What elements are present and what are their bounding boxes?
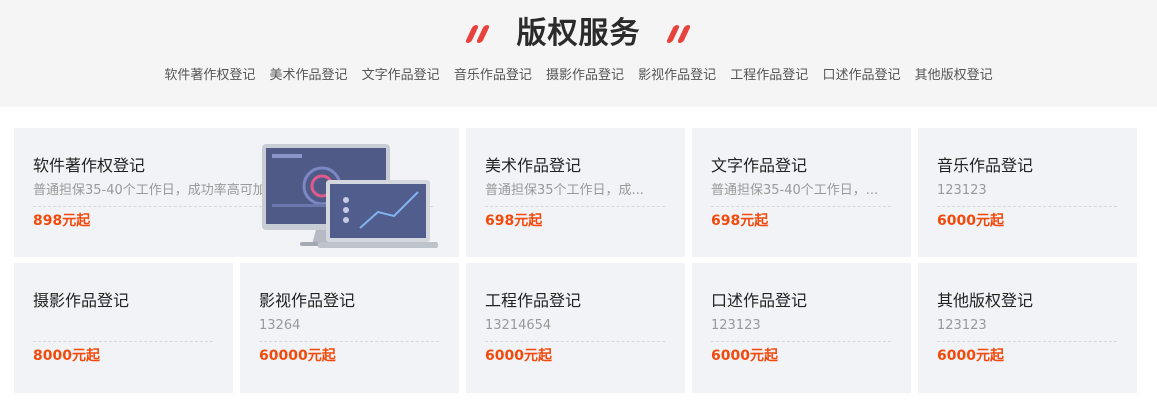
card-price: 6000元起 xyxy=(937,213,1004,229)
nav-item-engineering[interactable]: 工程作品登记 xyxy=(730,64,808,83)
nav-item-music[interactable]: 音乐作品登记 xyxy=(454,64,532,83)
section-title: 版权服务 xyxy=(516,16,641,51)
card-price: 8000元起 xyxy=(33,348,100,364)
card-desc: 13264 xyxy=(259,317,439,342)
nav-item-oral[interactable]: 口述作品登记 xyxy=(822,64,900,83)
service-card-oral[interactable]: 口述作品登记 123123 6000元起 xyxy=(692,263,911,393)
category-nav: 软件著作权登记 美术作品登记 文字作品登记 音乐作品登记 摄影作品登记 影视作品… xyxy=(0,64,1157,83)
card-desc: 13214654 xyxy=(485,317,665,342)
nav-item-art[interactable]: 美术作品登记 xyxy=(270,64,348,83)
title-row: 版权服务 xyxy=(0,14,1157,54)
service-card-film[interactable]: 影视作品登记 13264 60000元起 xyxy=(240,263,459,393)
service-card-music[interactable]: 音乐作品登记 123123 6000元起 xyxy=(918,128,1137,257)
card-name: 口述作品登记 xyxy=(711,291,808,310)
title-decoration-left-icon xyxy=(465,23,491,45)
service-card-text[interactable]: 文字作品登记 普通担保35-40个工作日，... 698元起 xyxy=(692,128,911,257)
card-name: 美术作品登记 xyxy=(485,156,582,175)
card-price: 6000元起 xyxy=(711,348,778,364)
section-header: 版权服务 软件著作权登记 美术作品登记 文字作品登记 音乐作品登记 摄影作品登记… xyxy=(0,0,1157,107)
card-price: 6000元起 xyxy=(937,348,1004,364)
card-name: 音乐作品登记 xyxy=(937,156,1034,175)
service-card-engineering[interactable]: 工程作品登记 13214654 6000元起 xyxy=(466,263,685,393)
card-name: 摄影作品登记 xyxy=(33,291,130,310)
card-name: 影视作品登记 xyxy=(259,291,356,310)
card-price: 6000元起 xyxy=(485,348,552,364)
card-price: 698元起 xyxy=(485,213,543,229)
card-desc xyxy=(33,317,213,342)
card-desc: 普通担保35-40个工作日，... xyxy=(711,182,891,207)
card-desc: 123123 xyxy=(711,317,891,342)
nav-item-text[interactable]: 文字作品登记 xyxy=(362,64,440,83)
card-desc: 123123 xyxy=(937,317,1117,342)
card-name: 工程作品登记 xyxy=(485,291,582,310)
laptop-monitor-illustration xyxy=(262,144,438,248)
card-name: 其他版权登记 xyxy=(937,291,1034,310)
nav-item-software[interactable]: 软件著作权登记 xyxy=(164,64,255,83)
card-name: 文字作品登记 xyxy=(711,156,808,175)
card-desc: 普通担保35个工作日，成... xyxy=(485,182,665,207)
service-card-software[interactable]: 软件著作权登记 普通担保35-40个工作日，成功率高可加急，版权局审批，专业..… xyxy=(14,128,459,257)
service-card-photo[interactable]: 摄影作品登记 8000元起 xyxy=(14,263,233,393)
nav-item-other[interactable]: 其他版权登记 xyxy=(915,64,993,83)
title-decoration-right-icon xyxy=(665,23,692,45)
card-desc: 123123 xyxy=(937,182,1117,207)
card-price: 698元起 xyxy=(711,213,769,229)
card-price: 60000元起 xyxy=(259,348,336,364)
service-card-art[interactable]: 美术作品登记 普通担保35个工作日，成... 698元起 xyxy=(466,128,685,257)
nav-item-photo[interactable]: 摄影作品登记 xyxy=(546,64,624,83)
nav-item-film[interactable]: 影视作品登记 xyxy=(638,64,716,83)
service-card-other[interactable]: 其他版权登记 123123 6000元起 xyxy=(918,263,1137,393)
